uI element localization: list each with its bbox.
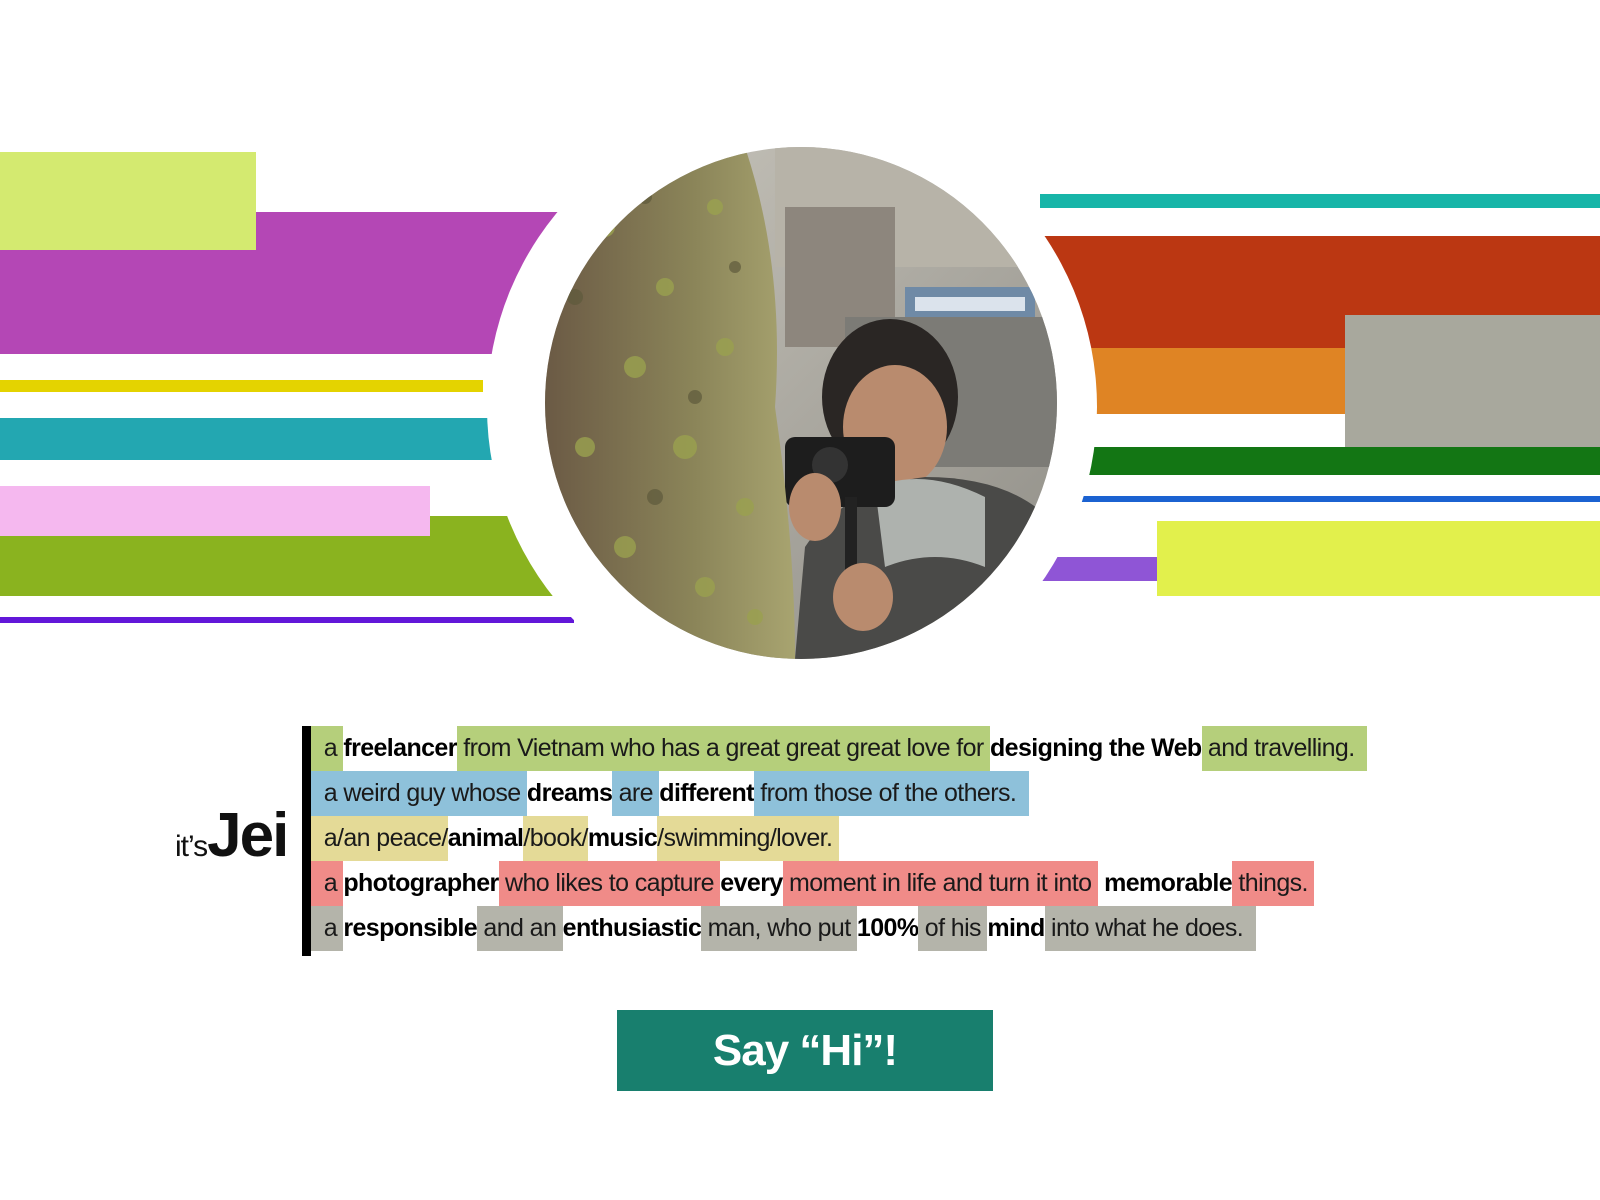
bio-text: a: [311, 906, 344, 951]
bio-text: who likes to capture: [498, 861, 721, 906]
bio-text: /swimming/lover.: [657, 816, 839, 861]
right-stripe-green: [1040, 447, 1600, 475]
intro-name: Jei: [207, 801, 289, 870]
left-stripe-lime: [0, 152, 256, 250]
bio-text: into what he does.: [1044, 906, 1256, 951]
right-stripe-yellow: [1157, 521, 1600, 596]
right-stripe-gray: [1345, 315, 1600, 458]
bio-line: a freelancer from Vietnam who has a grea…: [311, 726, 1368, 771]
bio-keyword: designing the Web: [990, 734, 1202, 762]
bio-text: a: [311, 726, 344, 771]
right-stripe-purple: [1040, 557, 1160, 581]
bio-text: and travelling.: [1201, 726, 1368, 771]
bio-text: things.: [1232, 861, 1315, 906]
left-stripe-teal: [0, 418, 500, 460]
bio-keyword: every: [720, 869, 783, 897]
bio-line: a photographer who likes to capture ever…: [311, 861, 1367, 906]
bio-line: a/an peace/animal/book/music/swimming/lo…: [311, 816, 1367, 861]
bio-text: of his: [918, 906, 988, 951]
bio-line: a responsible and an enthusiastic man, w…: [311, 906, 1367, 951]
bio-keyword: freelancer: [343, 734, 457, 762]
left-stripe-yellow: [0, 380, 483, 392]
bio-keyword: memorable: [1097, 869, 1233, 897]
bio-keyword: enthusiastic: [562, 914, 702, 942]
bio-text: man, who put: [701, 906, 857, 951]
bio-text: moment in life and turn it into: [782, 861, 1098, 906]
bio-text: a: [311, 861, 344, 906]
bio-keyword: dreams: [526, 779, 613, 807]
bio-keyword: music: [587, 824, 658, 852]
bio-text: a/an peace/: [311, 816, 448, 861]
bio-text: from Vietnam who has a great great great…: [456, 726, 990, 771]
intro-prefix: it’s: [175, 830, 208, 863]
bio-keyword: 100%: [856, 914, 919, 942]
bio-text: are: [612, 771, 660, 816]
bio-keyword: different: [659, 779, 754, 807]
say-hi-button[interactable]: Say “Hi”!: [617, 1010, 993, 1091]
bio-keyword: mind: [987, 914, 1045, 942]
bio-keyword: responsible: [343, 914, 478, 942]
bio-keyword: animal: [447, 824, 524, 852]
bio-text: from those of the others.: [753, 771, 1029, 816]
bio-divider: [302, 726, 311, 956]
bio-line: a weird guy whose dreams are different f…: [311, 771, 1367, 816]
bio-text: and an: [477, 906, 563, 951]
intro-heading: it’sJei: [175, 800, 289, 871]
right-stripe-blue: [1040, 496, 1600, 502]
right-stripe-aqua: [1040, 194, 1600, 208]
bio-keyword: photographer: [343, 869, 499, 897]
left-stripe-pink: [0, 486, 430, 536]
profile-photo: [545, 147, 1057, 659]
bio-list: a freelancer from Vietnam who has a grea…: [311, 726, 1368, 951]
bio-text: a weird guy whose: [311, 771, 527, 816]
bio-text: /book/: [523, 816, 588, 861]
left-stripe-violet: [0, 617, 574, 623]
